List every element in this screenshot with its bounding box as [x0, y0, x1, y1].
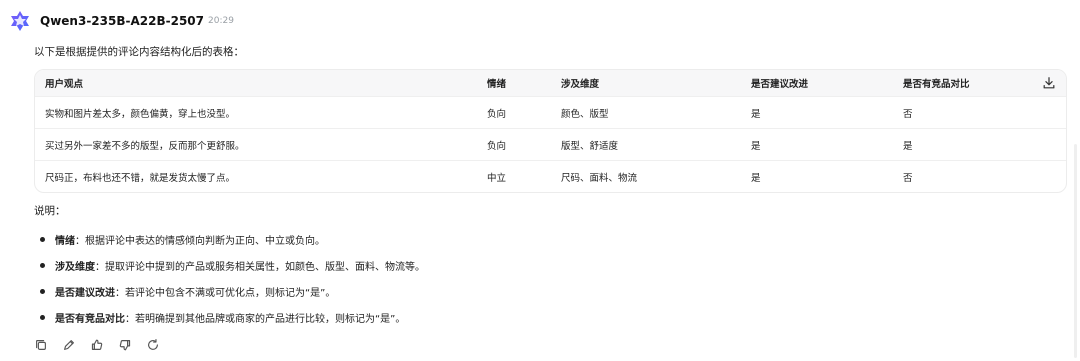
table-row: 实物和图片差太多，颜色偏黄，穿上也没型。 负向 颜色、版型 是 否	[35, 96, 1066, 128]
table-cell: 实物和图片差太多，颜色偏黄，穿上也没型。	[45, 108, 236, 120]
table-cell: 是	[751, 140, 761, 152]
thumb-down-icon[interactable]	[118, 338, 132, 352]
table-cell: 尺码、面料、物流	[561, 172, 638, 184]
note-item: 是否建议改进 ：若评论中包含不满或可优化点，则标记为“是”。	[40, 278, 1020, 304]
model-name: Qwen3-235B-A22B-2507	[40, 14, 204, 28]
copy-icon[interactable]	[34, 338, 48, 352]
message-header: Qwen3-235B-A22B-2507 20:29	[8, 8, 234, 34]
notes-title: 说明：	[34, 205, 66, 217]
note-text: ：若明确提到其他品牌或商家的产品进行比较，则标记为“是”。	[125, 313, 406, 325]
bullet-dot	[40, 314, 45, 320]
note-text: ：提取评论中提到的产品或服务相关属性，如颜色、版型、面料、物流等。	[95, 261, 425, 273]
note-text: ：根据评论中表达的情感倾向判断为正向、中立或负向。	[75, 235, 325, 247]
table-header-row: 用户观点 情绪 涉及维度 是否建议改进 是否有竞品对比	[35, 70, 1066, 96]
table-cell: 否	[903, 172, 913, 184]
table-header-cell: 用户观点	[45, 79, 84, 90]
note-term: 是否建议改进	[55, 287, 115, 299]
table-cell: 否	[903, 108, 913, 120]
message-actions	[34, 338, 160, 352]
refresh-icon[interactable]	[146, 338, 160, 352]
table-cell: 是	[903, 140, 913, 152]
page-scrollbar[interactable]	[1074, 144, 1077, 358]
note-item: 情绪 ：根据评论中表达的情感倾向判断为正向、中立或负向。	[40, 226, 1020, 252]
intro-text: 以下是根据提供的评论内容结构化后的表格：	[34, 46, 244, 58]
note-term: 情绪	[55, 235, 75, 247]
thumb-up-icon[interactable]	[90, 338, 104, 352]
table-cell: 版型、舒适度	[561, 140, 619, 152]
table-header-cell: 情绪	[487, 79, 507, 90]
message-time: 20:29	[208, 16, 234, 26]
table-row: 买过另外一家差不多的版型，反而那个更舒服。 负向 版型、舒适度 是 是	[35, 128, 1066, 160]
edit-icon[interactable]	[62, 338, 76, 352]
review-table: 用户观点 情绪 涉及维度 是否建议改进 是否有竞品对比 实物和图片差太多，颜色偏…	[34, 69, 1067, 193]
table-cell: 是	[751, 108, 761, 120]
table-cell: 负向	[487, 108, 507, 120]
table-row: 尺码正，布料也还不错，就是发货太慢了点。 中立 尺码、面料、物流 是 否	[35, 160, 1066, 192]
chat-message: Qwen3-235B-A22B-2507 20:29 以下是根据提供的评论内容结…	[0, 0, 1080, 361]
table-cell: 尺码正，布料也还不错，就是发货太慢了点。	[45, 172, 236, 184]
bullet-dot	[40, 262, 45, 268]
note-term: 是否有竞品对比	[55, 313, 125, 325]
qwen-logo-icon	[11, 11, 29, 31]
table-header-cell: 是否建议改进	[751, 79, 809, 90]
table-cell: 中立	[487, 172, 507, 184]
note-item: 是否有竞品对比 ：若明确提到其他品牌或商家的产品进行比较，则标记为“是”。	[40, 304, 1020, 330]
table-header-cell: 涉及维度	[561, 79, 600, 90]
note-term: 涉及维度	[55, 261, 95, 273]
notes-list: 情绪 ：根据评论中表达的情感倾向判断为正向、中立或负向。 涉及维度 ：提取评论中…	[40, 226, 1020, 330]
table-cell: 买过另外一家差不多的版型，反而那个更舒服。	[45, 140, 245, 152]
download-icon[interactable]	[1042, 76, 1056, 90]
bullet-dot	[40, 288, 45, 294]
bullet-dot	[40, 236, 45, 242]
table-cell: 是	[751, 172, 761, 184]
table-cell: 颜色、版型	[561, 108, 609, 120]
note-item: 涉及维度 ：提取评论中提到的产品或服务相关属性，如颜色、版型、面料、物流等。	[40, 252, 1020, 278]
table-cell: 负向	[487, 140, 507, 152]
note-text: ：若评论中包含不满或可优化点，则标记为“是”。	[115, 287, 336, 299]
table-header-cell: 是否有竞品对比	[903, 79, 970, 90]
